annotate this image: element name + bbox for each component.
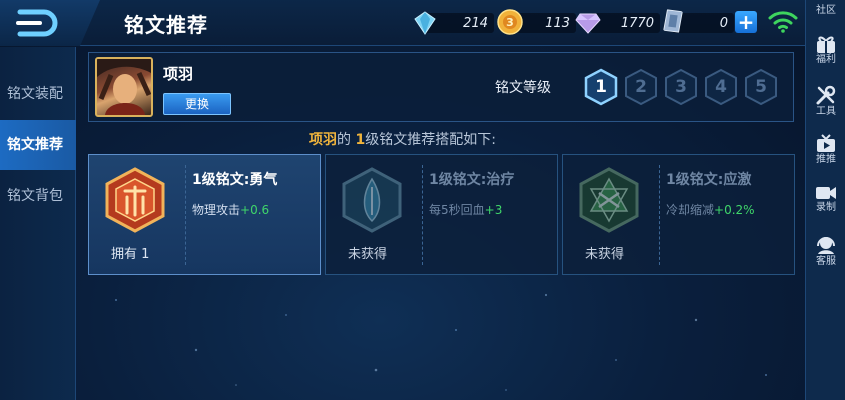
- rail-label-welfare: 福利: [816, 54, 836, 65]
- rune-card-status: 拥有 1: [111, 247, 150, 262]
- rail-item-welfare[interactable]: 福利: [806, 34, 845, 66]
- recommendation-text: 项羽的 1级铭文推荐搭配如下:: [0, 129, 805, 149]
- level-5-button[interactable]: 5: [743, 68, 779, 106]
- page-title: 铭文推荐: [124, 13, 208, 37]
- courage-rune-icon: [105, 167, 165, 233]
- rune-card-name: 1级铭文:勇气: [192, 172, 278, 188]
- back-arrow-icon: [16, 9, 58, 37]
- rune-card-name: 1级铭文:治疗: [429, 172, 515, 188]
- purple-gem-icon: [575, 13, 601, 34]
- rail-item-record[interactable]: 录制: [806, 184, 845, 214]
- rail-label-record: 录制: [816, 202, 836, 213]
- level-4-label: 4: [715, 77, 727, 97]
- sidebar: 铭文装配 铭文推荐 铭文背包: [0, 47, 76, 400]
- stress-rune-icon: [579, 167, 639, 233]
- rune-level-label: 铭文等级: [495, 80, 551, 96]
- starfield-background: [115, 293, 767, 391]
- rune-card-stress[interactable]: 未获得 1级铭文:应激 冷却缩减+0.2%: [562, 154, 795, 275]
- sidebar-tab-rune-assembly[interactable]: 铭文装配: [0, 69, 76, 119]
- hero-panel: 项羽 更换 铭文等级 1 2 3 4 5: [88, 52, 794, 122]
- level-5-label: 5: [755, 77, 767, 97]
- tv-icon: [817, 134, 835, 152]
- rune-card-stat-label: 每5秒回血: [429, 203, 485, 217]
- video-camera-icon: [816, 187, 836, 199]
- silver-token-icon: [663, 9, 683, 33]
- level-2-button[interactable]: 2: [623, 68, 659, 106]
- change-hero-button[interactable]: 更换: [163, 93, 231, 115]
- blue-diamond-icon: [414, 11, 436, 35]
- rune-card-stat-value: +0.2%: [714, 203, 755, 217]
- recharge-plus-button[interactable]: +: [735, 11, 757, 33]
- level-2-label: 2: [635, 77, 647, 97]
- rail-item-community[interactable]: 社区: [806, 0, 845, 17]
- level-3-button[interactable]: 3: [663, 68, 699, 106]
- level-1-label: 1: [595, 77, 607, 97]
- rail-label-community: 社区: [816, 5, 836, 16]
- recommendation-hero-name: 项羽: [309, 132, 338, 148]
- top-bar: 铭文推荐 214 113 3 1770 0 +: [0, 0, 805, 46]
- gift-icon: [817, 36, 835, 53]
- headset-icon: [817, 237, 835, 254]
- rune-card-stat-label: 冷却缩减: [666, 203, 715, 217]
- level-1-button[interactable]: 1: [583, 68, 619, 106]
- rune-card-stat-label: 物理攻击: [192, 203, 241, 217]
- rune-card-status: 未获得: [348, 247, 388, 262]
- gold-coin-icon: 3: [497, 9, 523, 35]
- hero-portrait[interactable]: [95, 57, 153, 117]
- right-rail: 社区 福利 工具 推推 录制 客服: [805, 0, 845, 400]
- level-4-button[interactable]: 4: [703, 68, 739, 106]
- hero-name: 项羽: [163, 65, 194, 83]
- tools-icon: [816, 85, 836, 105]
- rune-card-stat: 每5秒回血+3: [429, 201, 502, 218]
- heal-rune-icon: [342, 167, 402, 233]
- recommendation-level: 1: [355, 132, 366, 148]
- sidebar-tab-rune-bag[interactable]: 铭文背包: [0, 171, 76, 221]
- rail-item-tools[interactable]: 工具: [806, 84, 845, 118]
- level-3-label: 3: [675, 77, 687, 97]
- rune-card-status: 未获得: [585, 247, 625, 262]
- rail-label-tools: 工具: [816, 106, 836, 117]
- wifi-icon: [768, 11, 798, 33]
- hero-portrait-image: [97, 59, 151, 115]
- rune-card-stat: 冷却缩减+0.2%: [666, 201, 755, 218]
- back-button[interactable]: [0, 0, 100, 46]
- svg-text:3: 3: [506, 16, 514, 29]
- card-divider: [422, 165, 423, 265]
- card-divider: [185, 165, 186, 265]
- rune-card-stat-value: +0.6: [240, 203, 270, 217]
- recommendation-mid: 的: [337, 132, 356, 148]
- rune-card-heal[interactable]: 未获得 1级铭文:治疗 每5秒回血+3: [325, 154, 558, 275]
- recommendation-suffix: 级铭文推荐搭配如下:: [365, 132, 496, 148]
- rune-card-stat: 物理攻击+0.6: [192, 201, 269, 218]
- rail-item-promote[interactable]: 推推: [806, 134, 845, 166]
- rail-label-support: 客服: [816, 256, 836, 267]
- rail-item-support[interactable]: 客服: [806, 234, 845, 268]
- rune-card-courage[interactable]: 拥有 1 1级铭文:勇气 物理攻击+0.6: [88, 154, 321, 275]
- rune-card-stat-value: +3: [484, 203, 503, 217]
- card-divider: [659, 165, 660, 265]
- rail-label-promote: 推推: [816, 154, 836, 165]
- rune-card-name: 1级铭文:应激: [666, 172, 752, 188]
